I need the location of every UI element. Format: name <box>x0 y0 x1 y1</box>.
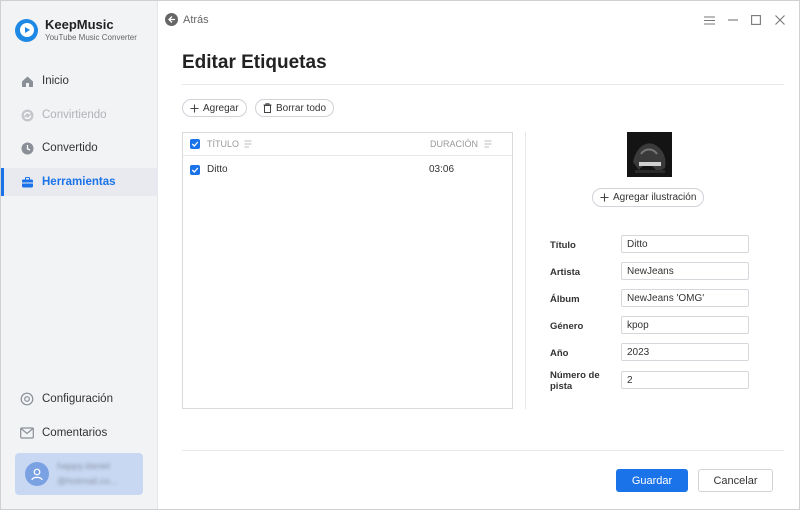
track-duration: 03:06 <box>429 164 455 175</box>
user-email: @hotmail.co... <box>57 475 118 487</box>
back-label: Atrás <box>183 13 209 26</box>
sidebar-item-label: Configuración <box>42 393 113 405</box>
check-icon <box>191 167 199 173</box>
back-button[interactable]: Atrás <box>165 13 209 26</box>
plus-icon <box>600 193 609 202</box>
year-field[interactable] <box>621 343 749 361</box>
check-icon <box>191 141 199 147</box>
divider <box>182 84 784 85</box>
year-label: Año <box>550 348 569 359</box>
page-title: Editar Etiquetas <box>182 52 327 73</box>
track-number-field[interactable] <box>621 371 749 389</box>
brand: KeepMusic YouTube Music Converter <box>15 15 137 45</box>
add-artwork-label: Agregar ilustración <box>613 192 697 203</box>
clear-all-button[interactable]: Borrar todo <box>255 99 335 117</box>
mail-icon <box>20 426 34 440</box>
sidebar-item-comentarios[interactable]: Comentarios <box>1 419 158 447</box>
minimize-icon[interactable] <box>724 11 742 29</box>
clock-icon <box>20 141 34 155</box>
save-button[interactable]: Guardar <box>616 469 688 492</box>
trash-icon <box>263 103 272 113</box>
sidebar-item-label: Herramientas <box>42 176 116 188</box>
column-header-title[interactable]: TÍTULO <box>207 139 239 149</box>
track-number-label: Número de pista <box>550 370 600 392</box>
add-artwork-button[interactable]: Agregar ilustración <box>592 188 705 207</box>
app-logo-icon <box>15 18 38 42</box>
genre-field[interactable] <box>621 316 749 334</box>
sidebar-item-inicio[interactable]: Inicio <box>1 67 158 95</box>
sidebar: KeepMusic YouTube Music Converter Inicio… <box>1 1 158 509</box>
track-title: Ditto <box>207 164 228 175</box>
genre-label: Género <box>550 321 584 332</box>
artist-label: Artista <box>550 267 581 278</box>
user-name: happy.daniel <box>57 460 111 472</box>
sidebar-item-configuracion[interactable]: Configuración <box>1 385 158 413</box>
title-label: Título <box>550 240 576 251</box>
table-header: TÍTULO DURACIÓN <box>183 133 512 156</box>
column-header-duration[interactable]: DURACIÓN <box>430 139 478 149</box>
menu-icon[interactable] <box>700 11 718 29</box>
app-subtitle: YouTube Music Converter <box>45 32 137 42</box>
column-options-icon[interactable] <box>244 140 252 148</box>
column-options-icon[interactable] <box>484 140 492 148</box>
sidebar-item-label: Inicio <box>42 75 69 87</box>
album-field[interactable] <box>621 289 749 307</box>
sync-icon <box>20 108 34 122</box>
user-icon <box>31 468 43 481</box>
cancel-button[interactable]: Cancelar <box>698 469 773 492</box>
sidebar-item-label: Convirtiendo <box>42 109 107 121</box>
sidebar-item-convertido[interactable]: Convertido <box>1 134 158 162</box>
user-account-card[interactable]: happy.daniel @hotmail.co... <box>15 453 143 495</box>
gear-icon <box>20 392 34 406</box>
select-all-checkbox[interactable] <box>190 139 200 149</box>
add-label: Agregar <box>203 102 239 114</box>
app-name: KeepMusic <box>45 16 114 32</box>
plus-icon <box>190 104 199 113</box>
artist-field[interactable] <box>621 262 749 280</box>
app-window: KeepMusic YouTube Music Converter Inicio… <box>0 0 800 510</box>
toolbox-icon <box>20 175 34 189</box>
sidebar-item-convirtiendo[interactable]: Convirtiendo <box>1 101 158 129</box>
sidebar-item-herramientas[interactable]: Herramientas <box>1 168 158 196</box>
close-icon[interactable] <box>771 11 789 29</box>
arrow-left-icon <box>165 13 178 26</box>
title-field[interactable] <box>621 235 749 253</box>
divider <box>182 450 784 451</box>
album-label: Álbum <box>550 294 580 305</box>
divider <box>525 132 526 409</box>
avatar <box>25 462 49 486</box>
row-checkbox[interactable] <box>190 165 200 175</box>
clear-all-label: Borrar todo <box>276 102 327 114</box>
home-icon <box>20 74 34 88</box>
album-artwork <box>627 132 672 177</box>
track-table: TÍTULO DURACIÓN Ditto 03:06 <box>182 132 513 409</box>
maximize-icon[interactable] <box>747 11 765 29</box>
sidebar-item-label: Comentarios <box>42 427 108 439</box>
sidebar-item-label: Convertido <box>42 142 98 154</box>
add-button[interactable]: Agregar <box>182 99 247 117</box>
